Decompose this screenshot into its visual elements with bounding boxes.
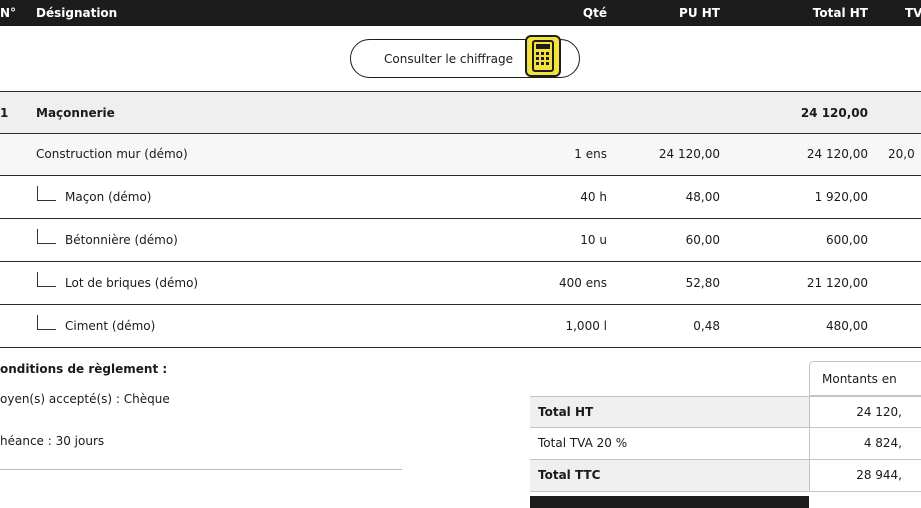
subitem-total: 1 920,00 [814,190,868,204]
consult-estimate-label: Consulter le chiffrage [384,52,513,66]
table-row[interactable]: Lot de briques (démo) 400 ens 52,80 21 1… [0,262,921,305]
subitem-total: 480,00 [826,319,868,333]
table-row[interactable]: Bétonnière (démo) 10 u 60,00 600,00 [0,219,921,262]
section-total: 24 120,00 [800,106,868,120]
tree-branch-icon [37,186,56,201]
section-row[interactable]: 1 Maçonnerie 24 120,00 [0,91,921,134]
header-designation: Désignation [36,6,118,20]
subitem-unit-price: 60,00 [685,233,720,247]
totals-header: Montants en [809,361,921,396]
divider [0,469,402,470]
tree-branch-icon [37,229,56,244]
totals-dark-row [530,496,809,508]
header-tva: TV [905,6,921,20]
item-total: 24 120,00 [806,147,868,161]
total-tva-label: Total TVA 20 % [538,436,628,450]
total-ttc-row: Total TTC 28 944, [530,460,921,492]
subitem-unit-price: 0,48 [693,319,720,333]
subitem-designation: Ciment (démo) [65,319,156,333]
payment-conditions-title: onditions de règlement : [0,362,168,376]
totals-header-label: Montants en [822,372,897,386]
tree-branch-icon [37,315,56,330]
item-tva: 20,0 [888,147,915,161]
payment-due: héance : 30 jours [0,434,105,448]
item-unit-price: 24 120,00 [658,147,720,161]
table-header: N° Désignation Qté PU HT Total HT TV [0,0,921,26]
header-unit-price: PU HT [679,6,720,20]
section-title: Maçonnerie [36,106,115,120]
subitem-quantity: 10 u [580,233,607,247]
subitem-designation: Bétonnière (démo) [65,233,178,247]
section-number: 1 [0,106,9,120]
table-row[interactable]: Ciment (démo) 1,000 l 0,48 480,00 [0,305,921,348]
table-row[interactable]: Construction mur (démo) 1 ens 24 120,00 … [0,134,921,176]
quote-page: N° Désignation Qté PU HT Total HT TV Con… [0,0,921,508]
total-ttc-label: Total TTC [538,468,601,482]
header-quantity: Qté [582,6,607,20]
subitem-unit-price: 48,00 [685,190,720,204]
item-quantity: 1 ens [574,147,607,161]
subitem-total: 21 120,00 [806,276,868,290]
total-ht-label: Total HT [538,405,594,419]
total-ttc-value: 28 944, [809,460,921,491]
payment-methods: oyen(s) accepté(s) : Chèque [0,392,170,406]
subitem-designation: Maçon (démo) [65,190,152,204]
subitem-quantity: 40 h [580,190,607,204]
header-total: Total HT [812,6,868,20]
table-row[interactable]: Maçon (démo) 40 h 48,00 1 920,00 [0,176,921,219]
tree-branch-icon [37,272,56,287]
subitem-quantity: 400 ens [559,276,607,290]
calculator-icon[interactable] [525,35,561,77]
subitem-quantity: 1,000 l [565,319,607,333]
subitem-unit-price: 52,80 [685,276,720,290]
total-tva-row: Total TVA 20 % 4 824, [530,428,921,460]
total-tva-value: 4 824, [809,428,921,459]
header-number: N° [0,6,17,20]
total-ht-row: Total HT 24 120, [530,396,921,428]
item-designation: Construction mur (démo) [36,147,188,161]
subitem-total: 600,00 [826,233,868,247]
subitem-designation: Lot de briques (démo) [65,276,199,290]
total-ht-value: 24 120, [809,397,921,427]
